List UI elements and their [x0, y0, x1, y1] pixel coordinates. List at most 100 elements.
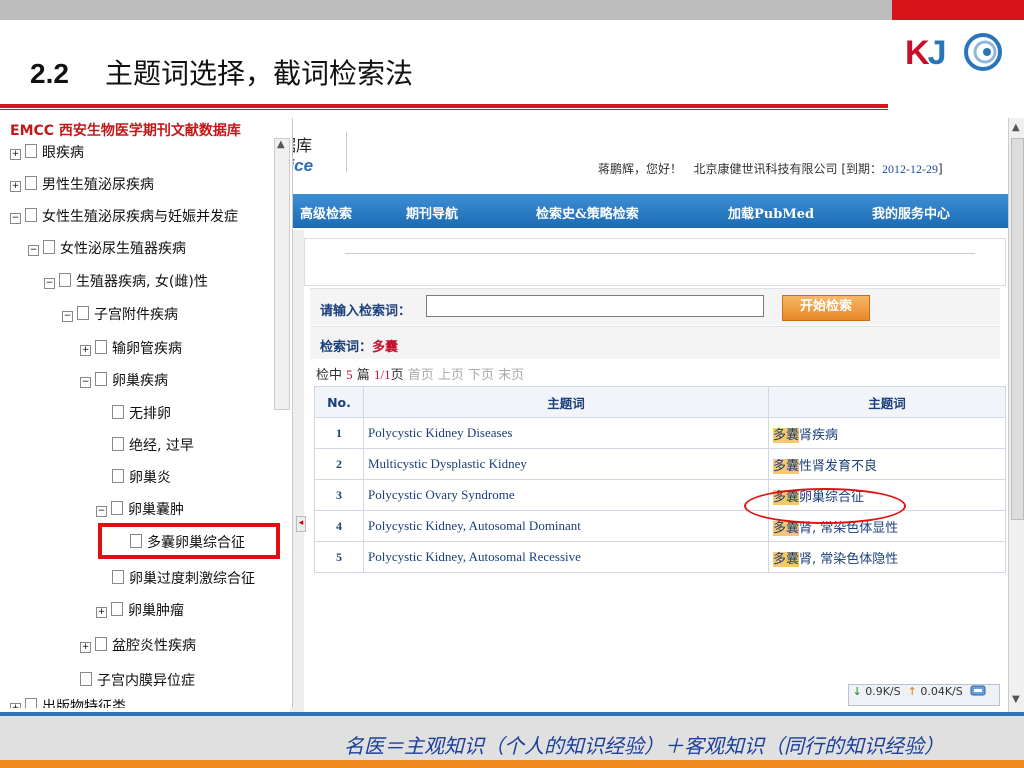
tree-item[interactable]: 卵巢炎 [112, 467, 171, 487]
term-highlight: 多囊 [773, 551, 800, 567]
tree-item[interactable]: − 女性生殖泌尿疾病与妊娠并发症 [10, 206, 238, 226]
tree-item[interactable]: 子宫内膜异位症 [80, 670, 195, 690]
row-no: 5 [314, 541, 364, 573]
scroll-down-icon[interactable]: ▼ [1012, 694, 1020, 705]
logo-j: J [927, 34, 947, 72]
expiry-close: ] [938, 162, 943, 176]
row-no: 2 [314, 448, 364, 480]
nav-advanced-search[interactable]: 高级检索 [300, 203, 352, 222]
download-arrow-icon: ↓ [852, 685, 862, 698]
row-term-cn[interactable]: 多囊肾, 常染色体隐性 [768, 541, 1006, 573]
col-header-term-cn: 主题词 [768, 386, 1006, 418]
footer-text: 名医＝主观知识（个人的知识经验）＋客观知识（同行的知识经验） [344, 734, 944, 758]
tree-scrollbar[interactable]: ▲ [274, 138, 290, 410]
search-label: 请输入检索词： [320, 304, 412, 319]
nav-service-center[interactable]: 我的服务中心 [872, 203, 950, 222]
expiry-label: [到期： [841, 162, 882, 176]
footer-orange-bar [0, 760, 1024, 768]
scroll-up-icon[interactable]: ▲ [1012, 122, 1020, 133]
tree-item[interactable]: + 男性生殖泌尿疾病 [10, 174, 154, 194]
tree-item[interactable]: + 输卵管疾病 [80, 338, 182, 358]
term-rest: 性肾发育不良 [799, 458, 878, 474]
table-row[interactable]: 4 Polycystic Kidney, Autosomal Dominant … [314, 510, 1006, 542]
network-speed-widget: ↓ 0.9K/S ↑ 0.04K/S [848, 684, 1000, 706]
tree-item[interactable]: + 出版物特征类 [10, 696, 126, 708]
row-no: 1 [314, 417, 364, 449]
kj-logo: KJ [905, 32, 1005, 72]
page-indicator: 1/1 [373, 367, 391, 382]
slide-number: 2.2 [30, 58, 69, 89]
page-scrollbar[interactable]: ▲ ▼ [1008, 118, 1024, 712]
tree-item[interactable]: − 女性泌尿生殖器疾病 [28, 238, 186, 258]
nav-journal-guide[interactable]: 期刊导航 [406, 203, 458, 222]
user-info: 蒋鹏辉，您好！ 北京康健世讯科技有限公司 [到期：2012-12-29] [598, 160, 943, 177]
user-greeting: 蒋鹏辉，您好！ [598, 162, 683, 176]
term-highlight: 多囊 [773, 458, 800, 474]
logo-circle-icon [964, 33, 1002, 71]
pager-page-suffix: 页 [390, 368, 404, 383]
tree-item[interactable]: − 子宫附件疾病 [62, 304, 178, 324]
results-table: No. 主题词 主题词 1 Polycystic Kidney Diseases… [314, 386, 1006, 573]
search-input[interactable] [426, 295, 764, 317]
logo-k: K [905, 34, 930, 72]
pager-unit: 篇 [356, 368, 370, 383]
tree-item[interactable]: 无排卵 [112, 403, 171, 423]
pager-links[interactable]: 首页 上页 下页 末页 [408, 368, 524, 383]
tree-item[interactable]: + 盆腔炎性疾病 [80, 635, 196, 655]
expiry-date: 2012-12-29 [882, 162, 938, 176]
selection-highlight-box [98, 523, 280, 559]
tree-item[interactable]: + 卵巢肿瘤 [96, 600, 184, 620]
table-row[interactable]: 2 Multicystic Dysplastic Kidney 多囊性肾发育不良 [314, 448, 1006, 480]
table-row[interactable]: 1 Polycystic Kidney Diseases 多囊肾疾病 [314, 417, 1006, 449]
tree-item[interactable]: − 生殖器疾病, 女(雌)性 [44, 271, 208, 291]
search-term-value: 多囊 [372, 340, 399, 355]
row-no: 4 [314, 510, 364, 542]
col-header-term-en: 主题词 [363, 386, 769, 418]
header-divider [346, 132, 347, 172]
row-term-cn[interactable]: 多囊性肾发育不良 [768, 448, 1006, 480]
term-rest: 肾疾病 [799, 427, 839, 443]
main-content: 请输入检索词： 开始检索 检索词：多囊 检中 5 篇 1/1页 首页 上页 下页… [290, 230, 1008, 712]
mesh-tree-panel: EMCC 西安生物医学期刊文献数据库 + 眼疾病 + 男性生殖泌尿疾病 − 女性生殖泌… [0, 118, 293, 708]
row-term-en[interactable]: Polycystic Kidney, Autosomal Dominant [363, 510, 769, 542]
tree-item[interactable]: + 眼疾病 [10, 142, 84, 162]
search-row: 请输入检索词： 开始检索 [310, 288, 1000, 325]
row-term-en[interactable]: Multicystic Dysplastic Kidney [363, 448, 769, 480]
tree-item[interactable]: − 卵巢疾病 [80, 370, 168, 390]
company-name: 北京康健世讯科技有限公司 [693, 162, 838, 176]
row-term-en[interactable]: Polycystic Kidney Diseases [363, 417, 769, 449]
col-header-no: No. [314, 386, 364, 418]
start-search-button[interactable]: 开始检索 [782, 295, 870, 321]
site-header: 据库 vice 蒋鹏辉，您好！ 北京康健世讯科技有限公司 [到期：2012-12… [280, 118, 1010, 192]
upload-speed: 0.04K/S [920, 685, 963, 698]
tree-item[interactable]: − 卵巢囊肿 [96, 499, 184, 519]
term-highlight: 多囊 [773, 427, 800, 443]
result-count: 5 [346, 367, 353, 382]
slide-top-bar [0, 0, 1024, 20]
slide-top-accent [892, 0, 1024, 20]
nav-load-pubmed[interactable]: 加载PubMed [728, 203, 814, 222]
scrollbar-thumb[interactable] [1011, 138, 1024, 520]
slide-title: 2.2 主题词选择，截词检索法 [30, 52, 413, 92]
table-row[interactable]: 5 Polycystic Kidney, Autosomal Recessive… [314, 541, 1006, 573]
tree-scroll-up-icon[interactable]: ▲ [277, 139, 285, 150]
panel-resize-handle[interactable]: ◂ [296, 516, 306, 532]
term-rest: 肾, 常染色体隐性 [799, 551, 899, 567]
network-icon [970, 685, 986, 696]
title-underline [0, 104, 888, 108]
search-term-label: 检索词： [320, 340, 373, 355]
main-nav: 高级检索 期刊导航 检索史&策略检索 加载PubMed 我的服务中心 [290, 194, 1008, 228]
tree-item[interactable]: 绝经, 过早 [112, 435, 194, 455]
tree-item[interactable]: 卵巢过度刺激综合征 [112, 568, 255, 588]
nav-search-history[interactable]: 检索史&策略检索 [536, 203, 639, 222]
pager: 检中 5 篇 1/1页 首页 上页 下页 末页 [316, 364, 524, 383]
title-underline-thin [0, 109, 888, 110]
search-term-row: 检索词：多囊 [310, 326, 1000, 359]
tree-header-overlap: EMCC 西安生物医学期刊文献数据库 [10, 123, 241, 139]
row-term-cn[interactable]: 多囊肾疾病 [768, 417, 1006, 449]
download-speed: 0.9K/S [865, 685, 901, 698]
row-term-en[interactable]: Polycystic Kidney, Autosomal Recessive [363, 541, 769, 573]
upload-arrow-icon: ↑ [907, 685, 917, 698]
annotation-ellipse [744, 488, 906, 524]
row-term-en[interactable]: Polycystic Ovary Syndrome [363, 479, 769, 511]
